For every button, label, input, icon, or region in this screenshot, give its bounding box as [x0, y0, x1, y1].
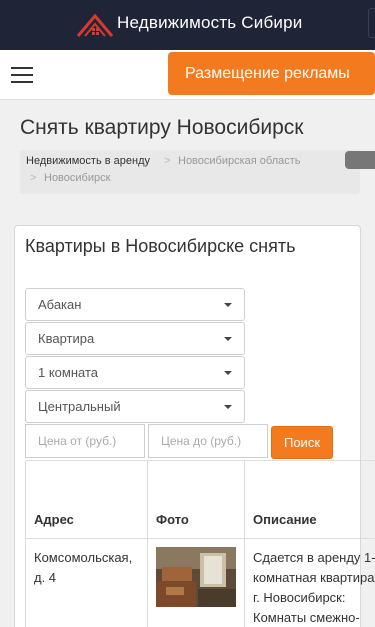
column-header-address: Адрес	[34, 512, 74, 527]
table-border	[244, 460, 245, 627]
property-type-value: Квартира	[38, 331, 95, 346]
chevron-down-icon	[224, 303, 232, 307]
rooms-select[interactable]: 1 комната	[25, 356, 245, 389]
table-border	[25, 538, 375, 539]
row-address[interactable]: Комсомольская, д. 4	[34, 548, 142, 588]
rooms-value: 1 комната	[38, 365, 99, 380]
breadcrumb-item-region[interactable]: Новосибирская область	[178, 155, 301, 167]
price-to-input[interactable]: Цена до (руб.)	[148, 424, 268, 458]
district-value: Центральный	[38, 399, 121, 414]
hamburger-menu-icon[interactable]	[11, 67, 33, 83]
listing-heading: Квартиры в Новосибирске снять	[25, 236, 296, 256]
column-header-photo: Фото	[156, 512, 189, 527]
city-select[interactable]: Абакан	[25, 288, 245, 321]
district-select[interactable]: Центральный	[25, 390, 245, 423]
search-button[interactable]: Поиск	[271, 426, 333, 459]
table-border	[25, 460, 375, 461]
price-from-input[interactable]: Цена от (руб.)	[25, 424, 145, 458]
breadcrumb-item-rentals[interactable]: Недвижимость в аренду	[26, 155, 150, 167]
column-header-description: Описание	[253, 512, 317, 527]
table-border	[147, 460, 148, 627]
row-description[interactable]: Сдается в аренду 1-комнатная квартира - …	[253, 548, 375, 627]
site-title[interactable]: Недвижимость Сибири	[117, 13, 302, 33]
property-type-select[interactable]: Квартира	[25, 322, 245, 355]
ad-placement-button[interactable]: Размещение рекламы	[168, 52, 375, 95]
chevron-down-icon	[224, 371, 232, 375]
breadcrumb-separator: >	[30, 172, 37, 184]
side-tab[interactable]	[345, 151, 375, 169]
header-edge-button[interactable]	[368, 8, 375, 38]
city-select-value: Абакан	[38, 297, 82, 312]
site-header: Недвижимость Сибири	[0, 0, 375, 50]
breadcrumb-item-city: Новосибирск	[44, 172, 111, 184]
table-border	[25, 460, 26, 627]
listing-photo[interactable]	[156, 547, 236, 607]
house-roof-icon[interactable]	[76, 12, 114, 38]
page-title: Снять квартиру Новосибирск	[20, 116, 304, 139]
chevron-down-icon	[224, 337, 232, 341]
chevron-down-icon	[224, 405, 232, 409]
breadcrumb-separator: >	[164, 155, 171, 167]
